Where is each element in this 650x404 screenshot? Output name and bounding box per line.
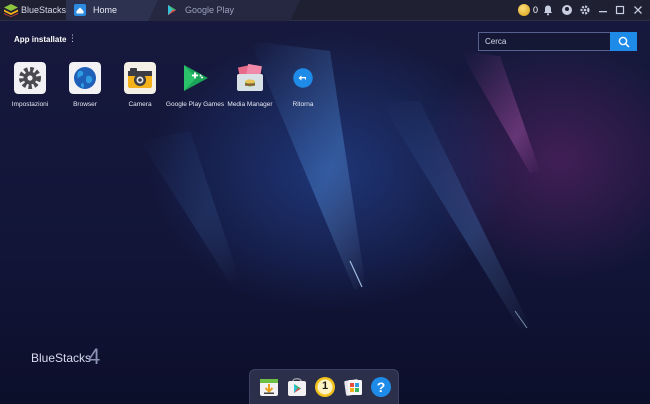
app-label: Impostazioni (11, 101, 49, 108)
back-icon (293, 68, 313, 88)
close-icon[interactable] (632, 4, 644, 16)
tab-google-play-label: Google Play (185, 5, 235, 15)
apps-menu-button[interactable]: ⋮ (68, 34, 77, 43)
install-apk-icon[interactable] (258, 376, 280, 398)
help-glyph: ? (376, 379, 386, 395)
coin-count: 0 (533, 5, 539, 15)
app-label: Ritorna (292, 101, 314, 108)
maximize-icon[interactable] (614, 4, 626, 16)
home-screen: App installate ⋮ Impostazioni Browse (0, 21, 650, 404)
search-icon (618, 36, 630, 48)
search-box (478, 32, 637, 51)
account-icon[interactable] (561, 4, 573, 16)
multi-instance-icon[interactable] (342, 376, 364, 398)
settings-icon[interactable] (579, 4, 591, 16)
app-label: Google Play Games (165, 101, 225, 108)
app-name: BlueStacks (21, 5, 67, 15)
title-bar: BlueStacks Home Google Play 0 (0, 0, 650, 21)
installed-apps-title: App installate (14, 35, 67, 44)
help-button[interactable]: ? (370, 376, 392, 398)
bluestacks-logo-icon (4, 4, 18, 17)
bluestacks-version: 4 (88, 344, 101, 369)
minimize-icon[interactable] (597, 4, 609, 16)
notification-icon[interactable] (542, 4, 554, 16)
play-store-icon[interactable] (286, 376, 308, 398)
search-button[interactable] (610, 32, 637, 51)
globe-icon (69, 62, 101, 94)
app-label: Browser (73, 101, 97, 108)
camera-icon (124, 62, 156, 94)
tab-home-label: Home (93, 5, 118, 15)
media-manager-icon (237, 63, 263, 91)
play-games-icon (184, 65, 208, 91)
dock-bar: 1 ? (249, 369, 399, 404)
search-input[interactable] (478, 32, 610, 51)
tab-google-play[interactable]: Google Play (148, 0, 300, 21)
home-icon (74, 4, 86, 16)
rewards-badge-number: 1 (321, 380, 329, 392)
rewards-badge-icon[interactable]: 1 (314, 376, 336, 398)
play-store-icon (168, 5, 176, 15)
app-label: Camera (128, 101, 152, 108)
bluestacks-brand: BlueStacks (31, 351, 92, 365)
settings-gear-icon (14, 62, 46, 94)
coin-icon[interactable] (518, 4, 530, 16)
